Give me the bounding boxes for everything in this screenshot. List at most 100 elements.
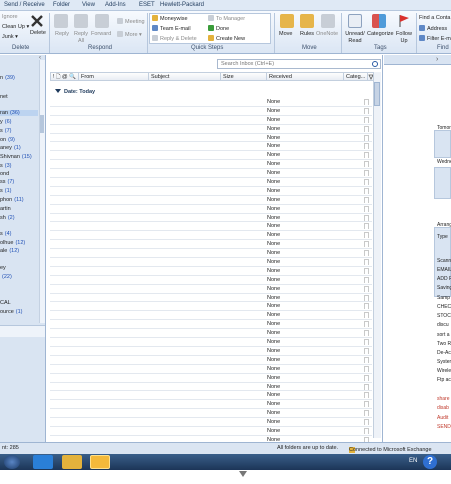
table-row[interactable]: None [50, 151, 372, 161]
flag-icon[interactable] [364, 347, 369, 354]
folder-item[interactable]: aney (1) [0, 145, 38, 151]
move-button[interactable]: Move [279, 31, 292, 38]
folder-item[interactable]: ran (36) [0, 110, 38, 116]
table-row[interactable]: None [50, 240, 372, 250]
folder-item[interactable]: Shivnan (15) [0, 154, 38, 160]
task-item[interactable]: Syster [437, 359, 451, 365]
clean-up-button[interactable]: Clean Up ▾ [2, 24, 29, 31]
flag-icon[interactable] [364, 99, 369, 105]
folder-item[interactable]: y (6) [0, 119, 38, 125]
table-row[interactable]: None [50, 231, 372, 241]
search-box[interactable] [217, 59, 381, 69]
table-row[interactable]: None [50, 178, 372, 187]
flag-icon[interactable] [364, 152, 369, 159]
task-item[interactable]: Audit [437, 415, 448, 421]
task-item[interactable]: De-Ac [437, 350, 451, 356]
tab-add-ins[interactable]: Add-Ins [105, 1, 126, 11]
flag-icon[interactable] [364, 125, 369, 132]
flag-icon[interactable] [364, 232, 369, 239]
tab-send-receive[interactable]: Send / Receive [4, 1, 45, 11]
flag-icon[interactable] [364, 392, 369, 399]
flag-icon[interactable] [364, 107, 369, 114]
task-item[interactable]: CHEC [437, 304, 451, 310]
folder-item[interactable]: olhue (12) [0, 240, 38, 246]
table-row[interactable]: None [50, 311, 372, 321]
folder-item[interactable]: net [0, 94, 38, 100]
filter-email-button[interactable]: Filter E-m [419, 35, 451, 43]
quickstep-to-manager[interactable]: To Manager [208, 15, 245, 23]
table-row[interactable]: None [50, 258, 372, 267]
forward-button[interactable]: Forward [91, 31, 111, 38]
meeting-button[interactable]: Meeting [117, 18, 145, 26]
tab-hewlett-packard[interactable]: Hewlett-Packard [160, 1, 204, 11]
flag-icon[interactable] [364, 214, 369, 221]
table-row[interactable]: None [50, 356, 372, 365]
reply-all-button[interactable]: Reply All [73, 31, 89, 45]
message-list-scrollbar[interactable] [373, 72, 381, 438]
flag-icon[interactable] [364, 303, 369, 310]
table-row[interactable]: None [50, 249, 372, 259]
help-icon[interactable]: ? [423, 455, 437, 469]
task-item[interactable]: share [437, 396, 450, 402]
column-subject[interactable]: Subject [149, 73, 221, 81]
task-item[interactable]: Tomor [437, 125, 451, 131]
table-row[interactable]: None [50, 196, 372, 205]
table-row[interactable]: None [50, 98, 372, 107]
internet-explorer-icon[interactable] [33, 455, 53, 469]
folder-item[interactable]: ss (7) [0, 179, 38, 185]
find-contact-field[interactable]: Find a Conta [419, 15, 451, 22]
task-item[interactable]: STOC [437, 313, 451, 319]
task-item[interactable]: Two R [437, 341, 451, 347]
flag-icon[interactable] [364, 419, 369, 426]
junk-button[interactable]: Junk ▾ [2, 34, 18, 41]
flag-icon[interactable] [364, 134, 369, 141]
folder-item[interactable]: n (39) [0, 75, 38, 81]
task-item[interactable]: Arrang [437, 222, 451, 228]
flag-icon[interactable] [364, 267, 369, 274]
folder-item[interactable]: ource (1) [0, 309, 38, 315]
flag-icon[interactable] [364, 205, 369, 212]
task-item[interactable]: Samp [437, 295, 450, 301]
outlook-taskbar-icon[interactable] [90, 455, 110, 469]
delete-button[interactable]: Delete [30, 30, 46, 37]
task-item[interactable]: sort a [437, 332, 450, 338]
table-row[interactable]: None [50, 169, 372, 179]
collapse-triangle-icon[interactable] [55, 89, 61, 93]
ignore-button[interactable]: Ignore [2, 14, 18, 21]
start-button-icon[interactable] [4, 455, 20, 469]
task-item[interactable]: ADD F [437, 276, 451, 282]
table-row[interactable]: None [50, 116, 372, 125]
task-item[interactable]: Wedne [437, 159, 451, 165]
folder-item[interactable]: CAL [0, 300, 38, 306]
rules-button[interactable]: Rules [300, 31, 314, 38]
table-row[interactable]: None [50, 205, 372, 214]
unread-read-button[interactable]: Unread/ Read [345, 31, 365, 45]
flag-icon[interactable] [364, 276, 369, 283]
flag-icon[interactable] [364, 321, 369, 328]
table-row[interactable]: None [50, 276, 372, 285]
flag-icon[interactable] [364, 410, 369, 417]
table-row[interactable]: None [50, 347, 372, 356]
task-item[interactable]: discu [437, 322, 449, 328]
flag-icon[interactable] [364, 250, 369, 257]
table-row[interactable]: None [50, 418, 372, 427]
table-row[interactable]: None [50, 320, 372, 330]
table-row[interactable]: None [50, 302, 372, 312]
categorize-button[interactable]: Categorize [367, 31, 394, 38]
flag-icon[interactable] [364, 365, 369, 372]
flag-icon[interactable] [364, 116, 369, 123]
folder-item[interactable]: sh (2) [0, 215, 38, 221]
flag-icon[interactable] [364, 374, 369, 381]
reply-button[interactable]: Reply [55, 31, 69, 38]
table-row[interactable]: None [50, 125, 372, 134]
folder-item[interactable]: (22) [0, 274, 38, 280]
flag-icon[interactable] [364, 179, 369, 186]
quickstep-team-email[interactable]: Team E-mail [152, 25, 191, 33]
table-row[interactable]: None [50, 338, 372, 347]
flag-icon[interactable] [364, 170, 369, 177]
folder-item[interactable]: s (7) [0, 128, 38, 134]
flag-icon[interactable] [364, 294, 369, 301]
task-item[interactable]: Type [437, 234, 448, 240]
folder-item[interactable]: s (3) [0, 163, 38, 169]
quickstep-done[interactable]: Done [208, 25, 229, 33]
